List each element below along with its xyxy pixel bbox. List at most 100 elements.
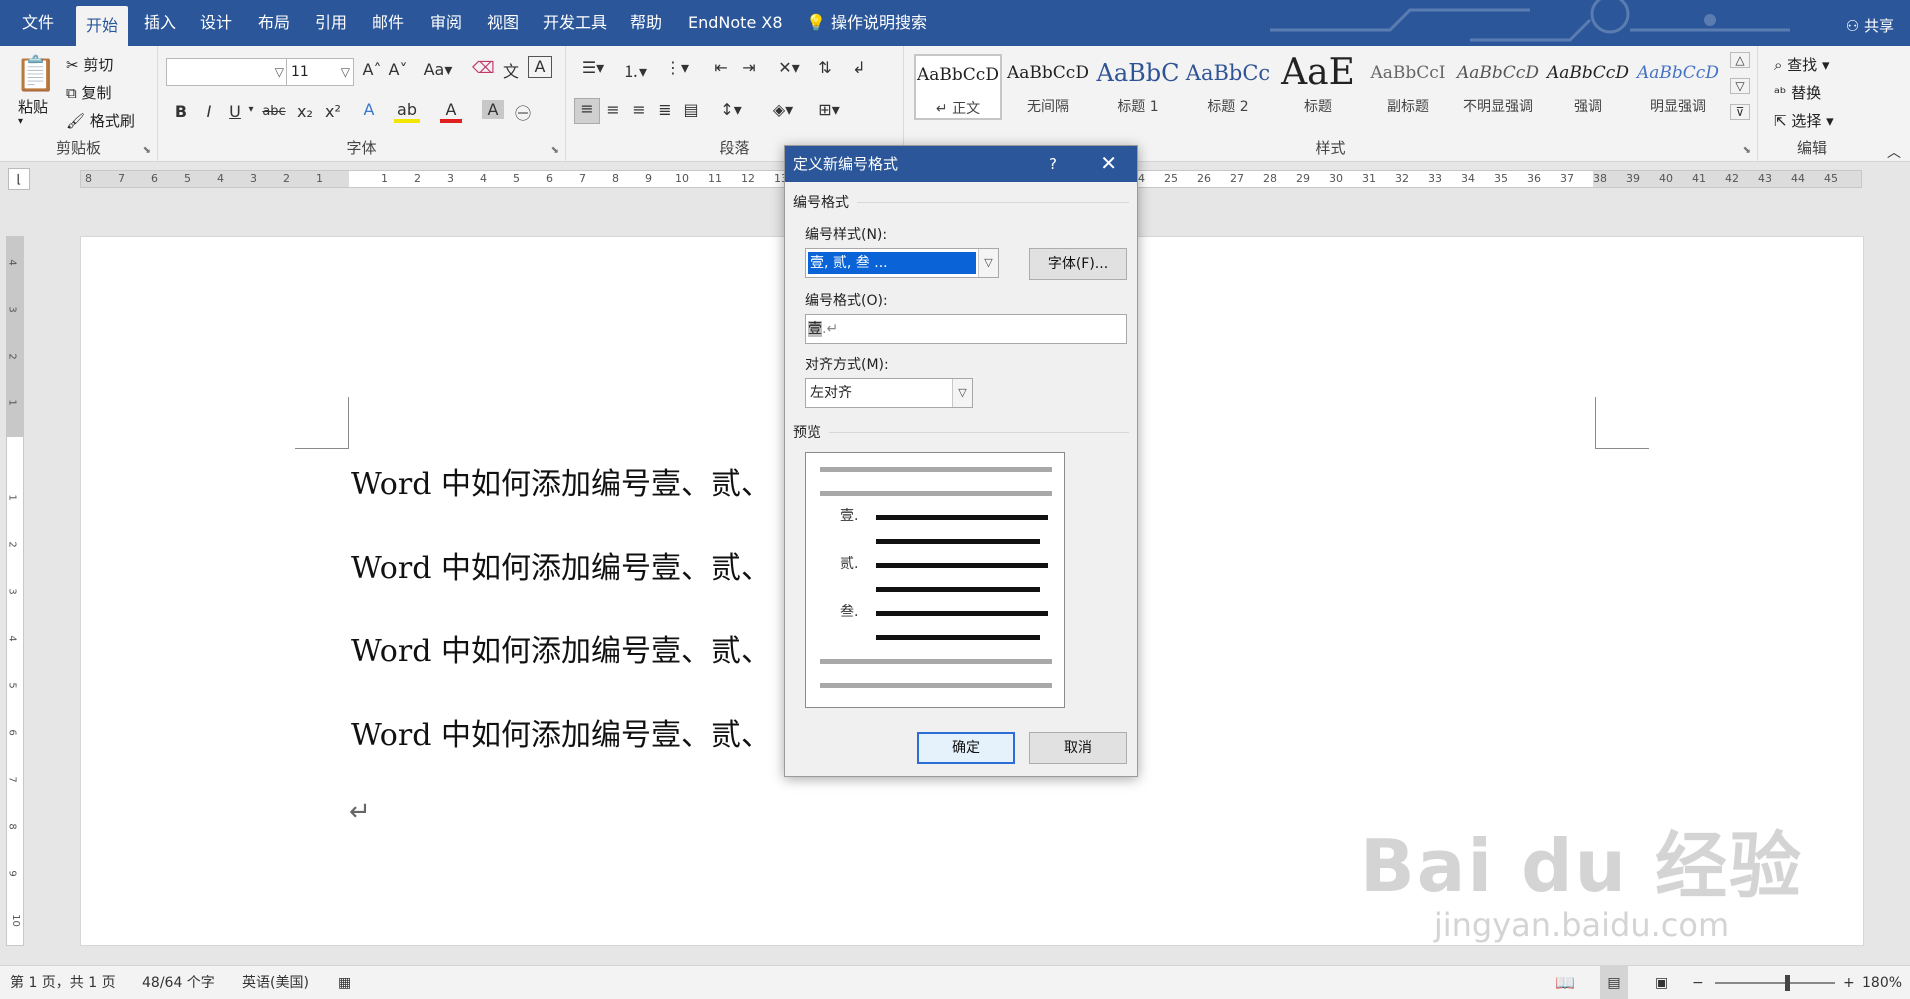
- print-layout-icon[interactable]: ▤: [1600, 966, 1628, 999]
- cut-button[interactable]: ✂ 剪切: [66, 54, 113, 75]
- text-effects-icon[interactable]: A: [358, 100, 380, 119]
- web-layout-icon[interactable]: ▣: [1655, 966, 1668, 999]
- read-mode-icon[interactable]: 📖: [1555, 966, 1575, 999]
- clear-format-icon[interactable]: ⌫: [472, 58, 495, 77]
- font-size-combo[interactable]: 11 ▽: [286, 58, 354, 86]
- tab-design[interactable]: 设计: [190, 0, 242, 46]
- word-count[interactable]: 48/64 个字: [142, 966, 215, 999]
- paste-button[interactable]: 粘贴: [18, 96, 48, 117]
- multilevel-list-icon[interactable]: ⋮▾: [660, 58, 694, 77]
- align-right-icon[interactable]: ≡: [628, 100, 650, 119]
- font-launcher-icon[interactable]: ⬊: [551, 145, 559, 156]
- style-subtitle[interactable]: AaBbCcI 副标题: [1364, 54, 1452, 120]
- styles-launcher-icon[interactable]: ⬊: [1743, 145, 1751, 156]
- clipboard-launcher-icon[interactable]: ⬊: [143, 145, 151, 156]
- styles-scroll-down-icon[interactable]: ▽: [1730, 78, 1750, 94]
- sort-icon[interactable]: ⇅: [814, 58, 836, 77]
- zoom-slider-thumb[interactable]: [1785, 975, 1790, 991]
- style-normal[interactable]: AaBbCcD ↵ 正文: [914, 54, 1002, 120]
- chevron-down-icon[interactable]: ▽: [978, 249, 998, 277]
- show-marks-icon[interactable]: ↲: [848, 58, 870, 77]
- zoom-out-icon[interactable]: −: [1692, 966, 1704, 999]
- collapse-ribbon-icon[interactable]: ︿: [1884, 142, 1904, 162]
- zoom-slider-track[interactable]: [1715, 982, 1835, 984]
- align-left-icon[interactable]: ≡: [574, 98, 600, 124]
- style-emphasis[interactable]: AaBbCcD 强调: [1544, 54, 1632, 120]
- tab-insert[interactable]: 插入: [134, 0, 186, 46]
- enclose-char-icon[interactable]: ㊀: [512, 100, 534, 124]
- subscript-button[interactable]: x₂: [294, 102, 316, 121]
- shading-icon[interactable]: ◈▾: [766, 100, 800, 119]
- close-icon[interactable]: ✕: [1100, 146, 1117, 180]
- tab-file[interactable]: 文件: [12, 0, 64, 46]
- cancel-button[interactable]: 取消: [1029, 732, 1127, 764]
- phonetic-guide-icon[interactable]: 文: [500, 58, 522, 82]
- tab-review[interactable]: 审阅: [420, 0, 472, 46]
- ok-button[interactable]: 确定: [917, 732, 1015, 764]
- format-painter-button[interactable]: 🖌 格式刷: [66, 110, 135, 131]
- font-button[interactable]: 字体(F)...: [1029, 248, 1127, 280]
- vertical-ruler[interactable]: 4 3 2 1 1 2 3 4 5 6 7 8 9 10: [6, 236, 24, 946]
- justify-icon[interactable]: ≣: [654, 100, 676, 119]
- document-line[interactable]: Word 中如何添加编号壹、贰、: [351, 710, 771, 754]
- styles-more-icon[interactable]: ⊽: [1730, 104, 1750, 120]
- number-format-input[interactable]: 壹.↵: [805, 314, 1127, 344]
- tab-selector-icon[interactable]: ⌊: [8, 168, 30, 190]
- style-heading-2[interactable]: AaBbCc 标题 2: [1184, 54, 1272, 120]
- zoom-in-icon[interactable]: +: [1843, 966, 1855, 999]
- highlight-icon[interactable]: ab: [394, 100, 420, 123]
- underline-button[interactable]: U: [226, 102, 244, 121]
- select-button[interactable]: ⇱ 选择 ▾: [1774, 110, 1834, 131]
- borders-icon[interactable]: ⊞▾: [812, 100, 846, 119]
- line-spacing-icon[interactable]: ↕▾: [714, 100, 748, 119]
- tab-endnote[interactable]: EndNote X8: [678, 0, 793, 46]
- copy-button[interactable]: ⧉ 复制: [66, 82, 112, 103]
- tab-help[interactable]: 帮助: [620, 0, 672, 46]
- bold-button[interactable]: B: [172, 102, 190, 121]
- replace-button[interactable]: ᵃᵇ 替换: [1774, 82, 1821, 103]
- align-center-icon[interactable]: ≡: [602, 100, 624, 119]
- zoom-level[interactable]: 180%: [1862, 966, 1902, 999]
- macro-record-icon[interactable]: ▦: [338, 966, 351, 999]
- shrink-font-icon[interactable]: A˅: [388, 60, 408, 79]
- number-style-select[interactable]: 壹, 贰, 叁 ... ▽: [805, 248, 999, 278]
- style-heading-1[interactable]: AaBbC 标题 1: [1094, 54, 1182, 120]
- chinese-layout-icon[interactable]: ✕▾: [774, 58, 804, 77]
- search-tell-me[interactable]: 💡 操作说明搜索: [796, 0, 937, 46]
- superscript-button[interactable]: x²: [322, 102, 344, 121]
- tab-layout[interactable]: 布局: [248, 0, 300, 46]
- tab-view[interactable]: 视图: [477, 0, 529, 46]
- tab-developer[interactable]: 开发工具: [533, 0, 617, 46]
- strikethrough-button[interactable]: abc: [260, 104, 288, 119]
- dialog-title[interactable]: 定义新编号格式: [785, 146, 1137, 182]
- document-line[interactable]: Word 中如何添加编号壹、贰、: [351, 626, 771, 670]
- style-title[interactable]: AaE 标题: [1274, 54, 1362, 120]
- change-case-button[interactable]: Aa▾: [420, 60, 456, 79]
- style-no-spacing[interactable]: AaBbCcD 无间隔: [1004, 54, 1092, 120]
- tab-references[interactable]: 引用: [305, 0, 357, 46]
- language-status[interactable]: 英语(美国): [242, 966, 309, 999]
- distribute-icon[interactable]: ▤: [680, 100, 702, 119]
- document-line[interactable]: Word 中如何添加编号壹、贰、: [351, 543, 771, 587]
- style-subtle-emphasis[interactable]: AaBbCcD 不明显强调: [1454, 54, 1542, 120]
- underline-dropdown-icon[interactable]: ▾: [246, 104, 256, 115]
- italic-button[interactable]: I: [200, 102, 218, 121]
- page-count[interactable]: 第 1 页，共 1 页: [10, 966, 116, 999]
- share-button[interactable]: ⚇ 共享: [1846, 0, 1894, 46]
- alignment-select[interactable]: 左对齐 ▽: [805, 378, 973, 408]
- increase-indent-icon[interactable]: ⇥: [738, 58, 760, 77]
- styles-scroll-up-icon[interactable]: △: [1730, 52, 1750, 68]
- bullets-icon[interactable]: ☰▾: [576, 58, 610, 77]
- numbering-icon[interactable]: ⒈▾: [618, 58, 652, 82]
- chevron-down-icon[interactable]: ▽: [952, 379, 972, 407]
- paste-icon[interactable]: 📋: [14, 54, 58, 94]
- font-name-combo[interactable]: ▽: [166, 58, 288, 86]
- help-icon[interactable]: ?: [1049, 146, 1057, 182]
- grow-font-icon[interactable]: A˄: [362, 60, 382, 79]
- tab-mailings[interactable]: 邮件: [362, 0, 414, 46]
- document-line[interactable]: Word 中如何添加编号壹、贰、: [351, 459, 771, 503]
- decrease-indent-icon[interactable]: ⇤: [710, 58, 732, 77]
- font-color-icon[interactable]: A: [440, 100, 462, 123]
- paste-dropdown-icon[interactable]: ▾: [18, 116, 23, 127]
- char-shading-icon[interactable]: A: [482, 100, 504, 119]
